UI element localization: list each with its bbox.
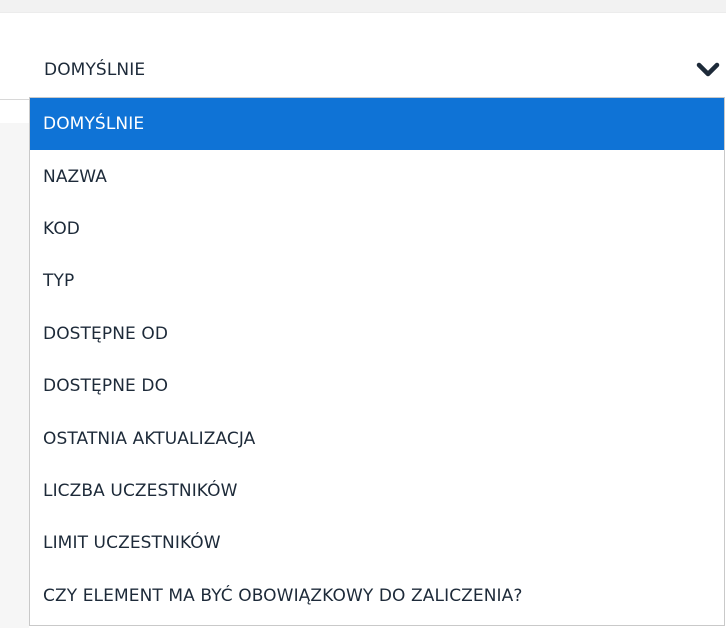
top-background-band — [0, 0, 726, 13]
dropdown-option-participant-limit[interactable]: LIMIT UCZESTNIKÓW — [30, 517, 724, 569]
dropdown-option-code[interactable]: KOD — [30, 203, 724, 255]
dropdown-option-label: NAZWA — [43, 166, 108, 187]
dropdown-option-last-update[interactable]: OSTATNIA AKTUALIZACJA — [30, 412, 724, 464]
sort-dropdown-list: DOMYŚLNIE NAZWA KOD TYP DOSTĘPNE OD DOST… — [29, 97, 725, 626]
dropdown-option-label: DOMYŚLNIE — [43, 114, 145, 135]
sort-select-value: DOMYŚLNIE — [44, 60, 146, 80]
dropdown-option-label: CZY ELEMENT MA BYĆ OBOWIĄZKOWY DO ZALICZ… — [43, 585, 523, 606]
dropdown-option-participant-count[interactable]: LICZBA UCZESTNIKÓW — [30, 465, 724, 517]
left-background-panel — [0, 123, 29, 628]
dropdown-option-available-from[interactable]: DOSTĘPNE OD — [30, 308, 724, 360]
dropdown-option-label: LICZBA UCZESTNIKÓW — [43, 480, 238, 501]
chevron-down-icon[interactable] — [693, 57, 723, 83]
dropdown-option-name[interactable]: NAZWA — [30, 150, 724, 202]
dropdown-option-default[interactable]: DOMYŚLNIE — [30, 98, 724, 151]
dropdown-option-label: KOD — [43, 218, 80, 239]
dropdown-option-label: DOSTĘPNE DO — [43, 376, 169, 397]
dropdown-option-available-to[interactable]: DOSTĘPNE DO — [30, 360, 724, 412]
dropdown-option-label: DOSTĘPNE OD — [43, 323, 169, 344]
dropdown-option-label: LIMIT UCZESTNIKÓW — [43, 533, 221, 554]
dropdown-option-label: TYP — [43, 271, 75, 292]
dropdown-option-type[interactable]: TYP — [30, 255, 724, 307]
select-underline-divider — [0, 99, 30, 100]
dropdown-option-label: OSTATNIA AKTUALIZACJA — [43, 428, 256, 449]
dropdown-option-mandatory[interactable]: CZY ELEMENT MA BYĆ OBOWIĄZKOWY DO ZALICZ… — [30, 570, 724, 622]
sort-select[interactable]: DOMYŚLNIE — [0, 13, 726, 97]
